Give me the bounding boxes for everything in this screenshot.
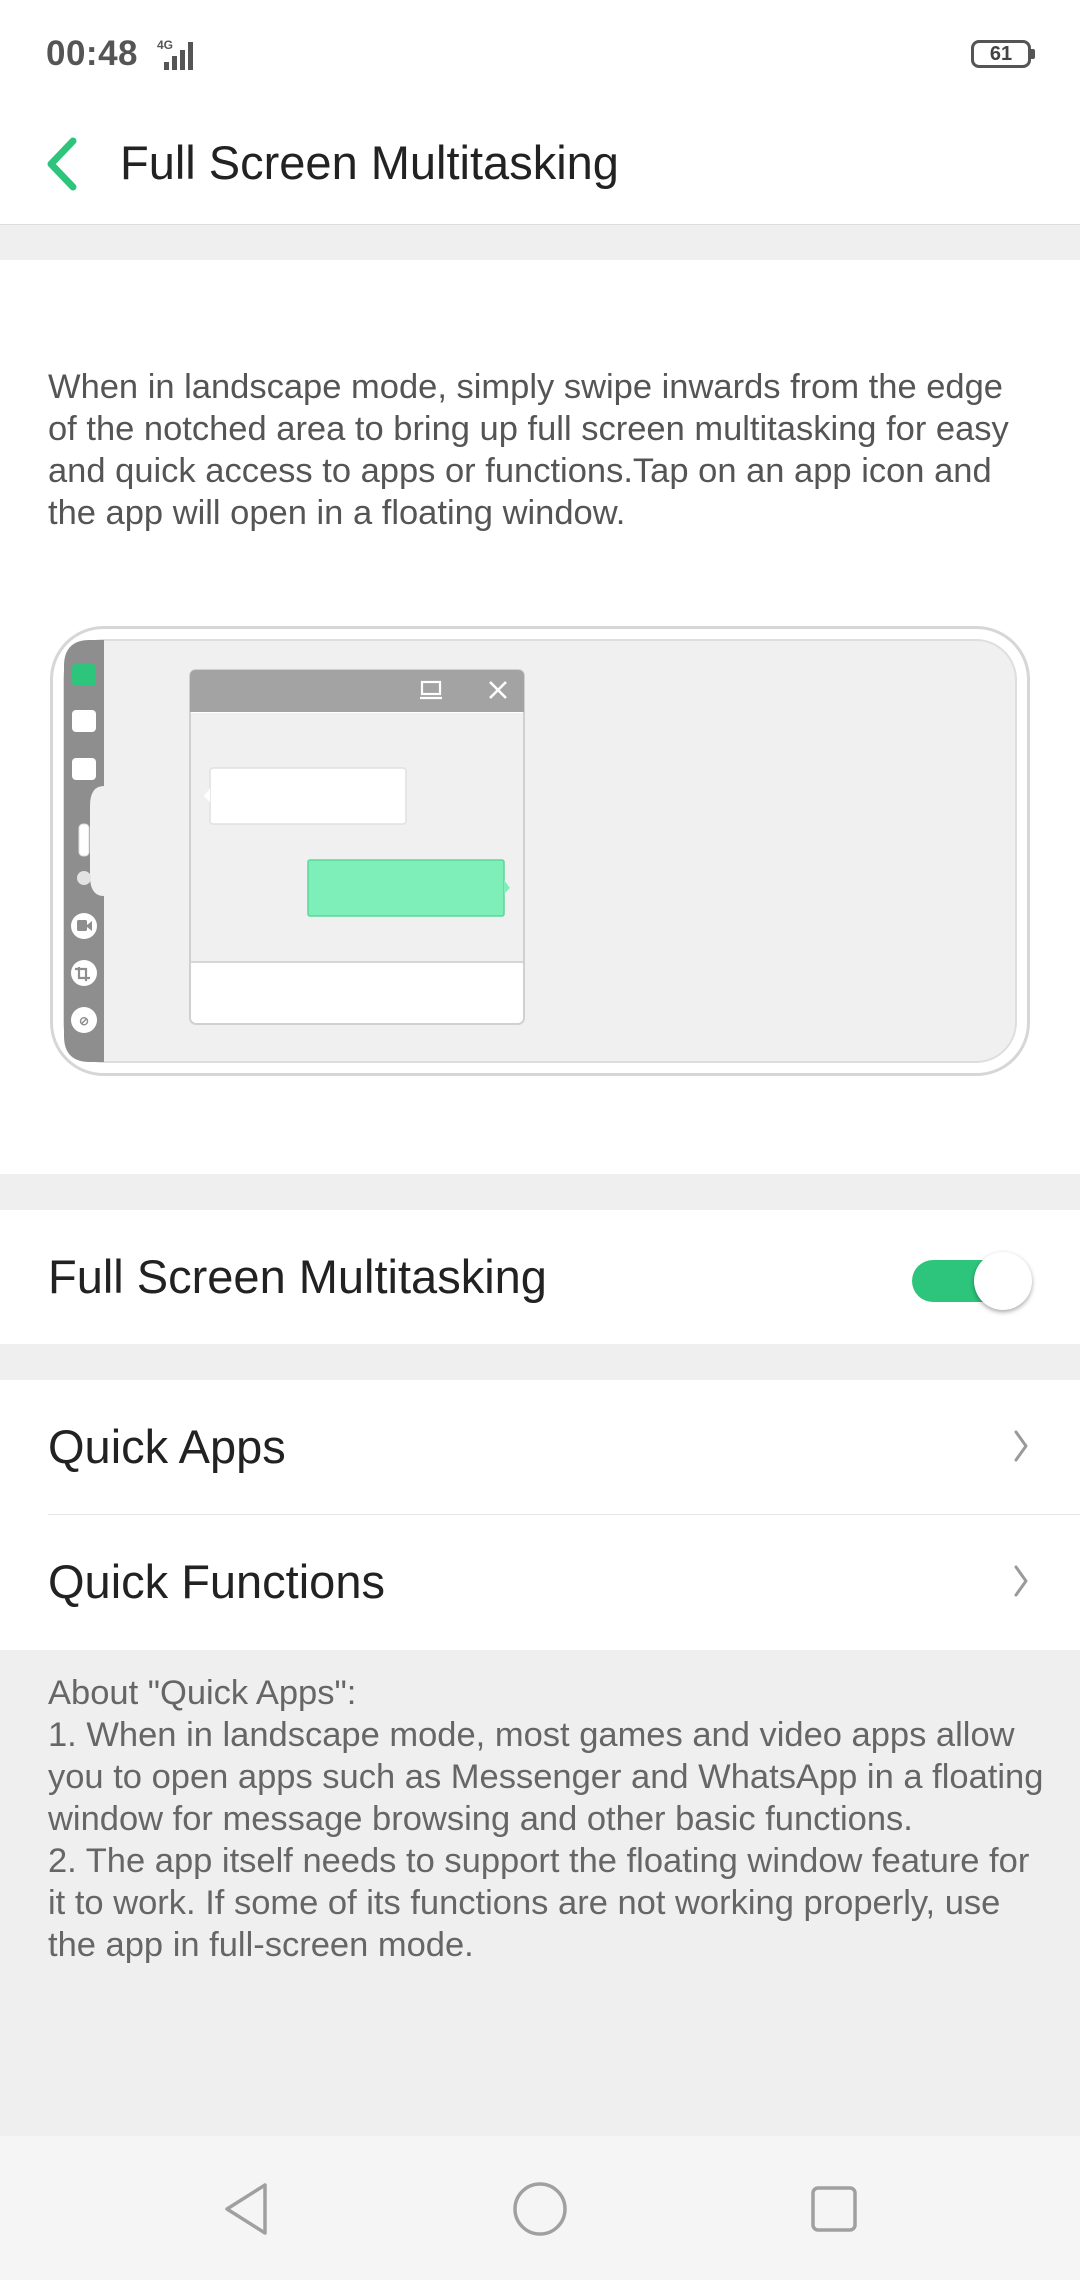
full-screen-multitasking-label: Full Screen Multitasking: [48, 1250, 547, 1303]
status-time: 00:48: [46, 34, 139, 73]
switch-knob: [974, 1252, 1032, 1310]
list-item-quick-functions[interactable]: Quick Functions: [0, 1515, 1080, 1649]
nav-recents-button[interactable]: [799, 2174, 869, 2244]
circle-home-icon: [513, 2182, 567, 2236]
status-bar: 00:48 4G 61: [0, 0, 1080, 110]
quick-apps-label: Quick Apps: [48, 1420, 286, 1473]
nav-home-button[interactable]: [505, 2174, 575, 2244]
intro-card: When in landscape mode, simply swipe inw…: [0, 260, 1080, 1174]
intro-description: When in landscape mode, simply swipe inw…: [48, 368, 1009, 532]
quick-functions-label: Quick Functions: [48, 1555, 385, 1608]
battery-icon: 61: [971, 40, 1031, 68]
chevron-right-icon: [1014, 1565, 1028, 1597]
about-quick-apps-text: About "Quick Apps": 1. When in landscape…: [48, 1674, 1044, 1964]
navigation-bar: [0, 2136, 1080, 2280]
list-item-quick-apps[interactable]: Quick Apps: [0, 1380, 1080, 1515]
square-recents-icon: [811, 2186, 857, 2232]
app-bar: Full Screen Multitasking: [0, 110, 1080, 225]
battery-level: 61: [989, 43, 1013, 65]
page-title: Full Screen Multitasking: [120, 136, 619, 189]
battery-tip: [1031, 49, 1035, 59]
multitasking-illustration: ⊘: [50, 626, 1030, 1076]
chevron-left-icon: [47, 137, 77, 191]
toggle-card: Full Screen Multitasking: [0, 1210, 1080, 1344]
svg-text:⊘: ⊘: [79, 1014, 89, 1028]
signal-icon: [164, 42, 193, 70]
triangle-back-icon: [225, 2183, 267, 2235]
back-button[interactable]: [34, 124, 90, 204]
nav-back-button[interactable]: [212, 2174, 282, 2244]
full-screen-multitasking-switch[interactable]: [912, 1252, 1034, 1310]
options-list: Quick Apps Quick Functions: [0, 1380, 1080, 1650]
chevron-right-icon: [1014, 1430, 1028, 1462]
